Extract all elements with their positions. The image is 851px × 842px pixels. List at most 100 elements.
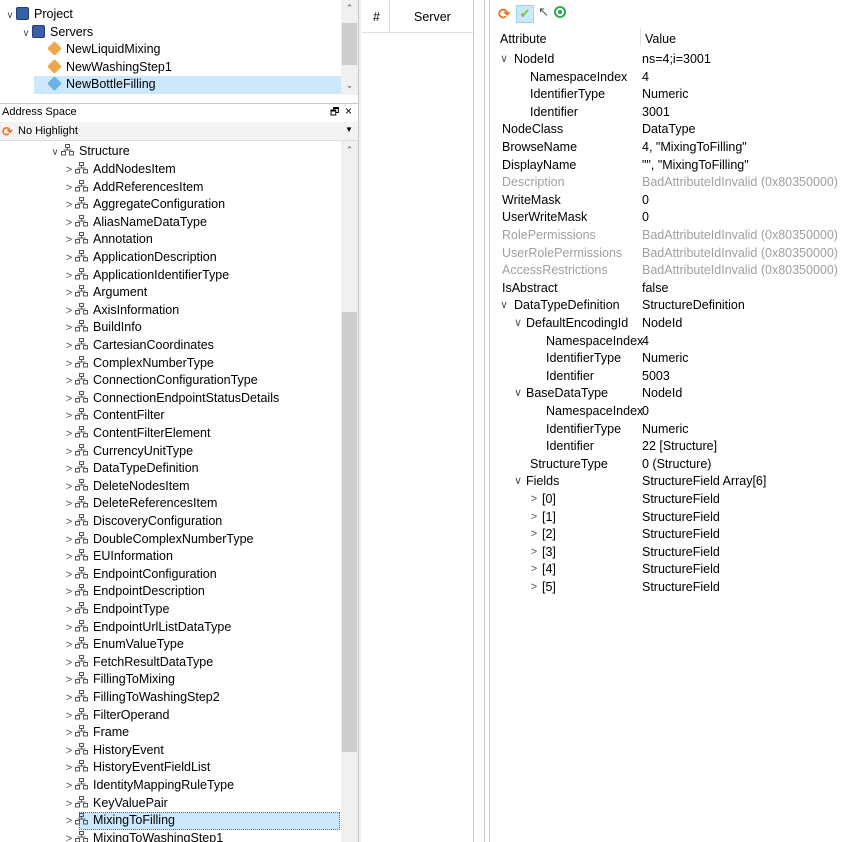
attribute-row[interactable]: NodeClass DataType <box>490 121 851 139</box>
chevron-right-icon[interactable]: > <box>63 567 75 585</box>
tree-item[interactable]: > CurrencyUnitType <box>63 443 193 461</box>
attribute-row[interactable]: DisplayName "", "MixingToFilling" <box>490 157 851 175</box>
tree-item[interactable]: > HistoryEvent <box>63 742 164 760</box>
attribute-row[interactable]: > [1] StructureField <box>490 509 851 527</box>
attribute-row[interactable]: ∨ Fields StructureField Array[6] <box>490 473 851 491</box>
tree-item[interactable]: > AddNodesItem <box>63 161 176 179</box>
chevron-right-icon[interactable]: > <box>63 637 75 655</box>
address-scroll-thumb[interactable] <box>342 312 357 752</box>
tree-item[interactable]: > EndpointDescription <box>63 583 205 601</box>
chevron-down-icon[interactable]: ∨ <box>498 51 510 69</box>
scroll-up-arrow[interactable]: ⌃ <box>341 145 358 156</box>
tree-item[interactable]: > MixingToWashingStep1 <box>63 830 223 842</box>
attribute-row[interactable]: Description BadAttributeIdInvalid (0x8035… <box>490 174 851 192</box>
scroll-up-arrow[interactable]: ⌃ <box>341 3 358 14</box>
tree-item[interactable]: > Annotation <box>63 231 153 249</box>
attribute-row[interactable]: NamespaceIndex 0 <box>490 403 851 421</box>
attribute-row[interactable]: > [2] StructureField <box>490 526 851 544</box>
close-button[interactable]: × <box>345 104 352 118</box>
chevron-right-icon[interactable]: > <box>63 549 75 567</box>
tree-item[interactable]: > Argument <box>63 284 147 302</box>
chevron-down-icon[interactable]: ∨ <box>512 385 524 403</box>
tree-item[interactable]: > EndpointUrlListDataType <box>63 619 231 637</box>
chevron-right-icon[interactable]: > <box>63 356 75 374</box>
chevron-right-icon[interactable]: > <box>63 813 75 831</box>
chevron-right-icon[interactable]: > <box>63 250 75 268</box>
tree-item[interactable]: ∨ Project <box>4 6 73 24</box>
tree-item[interactable]: > DeleteNodesItem <box>63 478 190 496</box>
scroll-down-arrow[interactable]: ⌄ <box>341 80 358 91</box>
tree-item[interactable]: > AggregateConfiguration <box>63 196 225 214</box>
tree-item[interactable]: > EUInformation <box>63 548 173 566</box>
pin-button[interactable]: 🗗 <box>330 105 339 122</box>
refresh-icon[interactable]: ⟳ <box>498 5 511 23</box>
expander[interactable]: ∨ <box>4 7 16 25</box>
chevron-right-icon[interactable]: > <box>63 760 75 778</box>
chevron-right-icon[interactable]: > <box>63 584 75 602</box>
tree-item[interactable]: > DoubleComplexNumberType <box>63 531 254 549</box>
attribute-row[interactable]: Identifier 3001 <box>490 104 851 122</box>
tree-item[interactable]: > BuildInfo <box>63 319 142 337</box>
tree-item[interactable]: > ComplexNumberType <box>63 355 214 373</box>
tree-item-structure[interactable]: ∨ Structure <box>49 143 130 161</box>
attribute-row[interactable]: IdentifierType Numeric <box>490 421 851 439</box>
chevron-down-icon[interactable]: ∨ <box>512 473 524 491</box>
tree-item[interactable]: > AliasNameDataType <box>63 214 207 232</box>
attribute-row[interactable]: UserWriteMask 0 <box>490 209 851 227</box>
tree-item[interactable]: > AddReferencesItem <box>63 179 203 197</box>
attribute-row[interactable]: NamespaceIndex 4 <box>490 69 851 87</box>
tree-item[interactable]: > FillingToMixing <box>63 671 175 689</box>
project-scroll-thumb[interactable] <box>342 23 357 65</box>
chevron-down-icon[interactable]: ∨ <box>49 144 61 162</box>
tree-item[interactable]: > EndpointType <box>63 601 169 619</box>
tree-item[interactable]: ∨ Servers <box>20 24 93 42</box>
chevron-right-icon[interactable]: > <box>528 491 540 509</box>
attribute-row[interactable]: AccessRestrictions BadAttributeIdInvalid … <box>490 262 851 280</box>
expander[interactable]: ∨ <box>20 25 32 43</box>
chevron-down-icon[interactable]: ∨ <box>498 297 510 315</box>
attribute-row[interactable]: > [5] StructureField <box>490 579 851 597</box>
chevron-right-icon[interactable]: > <box>63 602 75 620</box>
chevron-right-icon[interactable]: > <box>63 215 75 233</box>
attribute-row[interactable]: > [4] StructureField <box>490 561 851 579</box>
chevron-right-icon[interactable]: > <box>528 544 540 562</box>
tree-item[interactable]: > ConnectionEndpointStatusDetails <box>63 390 279 408</box>
attribute-row[interactable]: WriteMask 0 <box>490 192 851 210</box>
attribute-row[interactable]: BrowseName 4, "MixingToFilling" <box>490 139 851 157</box>
tree-item[interactable]: > ConnectionConfigurationType <box>63 372 258 390</box>
chevron-right-icon[interactable]: > <box>63 708 75 726</box>
attribute-row[interactable]: NamespaceIndex 4 <box>490 333 851 351</box>
attribute-row[interactable]: ∨ DefaultEncodingId NodeId <box>490 315 851 333</box>
attribute-row[interactable]: Identifier 22 [Structure] <box>490 438 851 456</box>
highlight-dropdown[interactable]: ⟳ No Highlight ▼ <box>0 122 358 141</box>
chevron-right-icon[interactable]: > <box>63 426 75 444</box>
attribute-row[interactable]: ∨ NodeId ns=4;i=3001 <box>490 51 851 69</box>
chevron-down-icon[interactable]: ∨ <box>512 315 524 333</box>
attribute-row[interactable]: IdentifierType Numeric <box>490 86 851 104</box>
tree-item[interactable]: > ApplicationDescription <box>63 249 217 267</box>
col-server[interactable]: Server <box>414 10 451 24</box>
tree-item[interactable]: > CartesianCoordinates <box>63 337 214 355</box>
attribute-row[interactable]: > [0] StructureField <box>490 491 851 509</box>
tree-item[interactable]: > EndpointConfiguration <box>63 566 217 584</box>
tree-item[interactable]: > HistoryEventFieldList <box>63 759 210 777</box>
tree-item[interactable]: > FetchResultDataType <box>63 654 213 672</box>
chevron-right-icon[interactable]: > <box>63 796 75 814</box>
chevron-right-icon[interactable]: > <box>63 778 75 796</box>
chevron-right-icon[interactable]: > <box>63 532 75 550</box>
chevron-right-icon[interactable]: > <box>63 320 75 338</box>
check-icon[interactable]: ✔ <box>516 5 534 23</box>
tree-item[interactable]: > DeleteReferencesItem <box>63 495 217 513</box>
attribute-row[interactable]: RolePermissions BadAttributeIdInvalid (0x… <box>490 227 851 245</box>
col-value[interactable]: Value <box>645 32 676 46</box>
chevron-right-icon[interactable]: > <box>63 232 75 250</box>
chevron-right-icon[interactable]: > <box>63 444 75 462</box>
chevron-right-icon[interactable]: > <box>528 509 540 527</box>
tree-item[interactable]: > Frame <box>63 724 129 742</box>
col-attribute[interactable]: Attribute <box>500 32 547 46</box>
chevron-right-icon[interactable]: > <box>63 479 75 497</box>
chevron-right-icon[interactable]: > <box>63 180 75 198</box>
chevron-right-icon[interactable]: > <box>63 690 75 708</box>
chevron-right-icon[interactable]: > <box>63 620 75 638</box>
chevron-right-icon[interactable]: > <box>63 391 75 409</box>
